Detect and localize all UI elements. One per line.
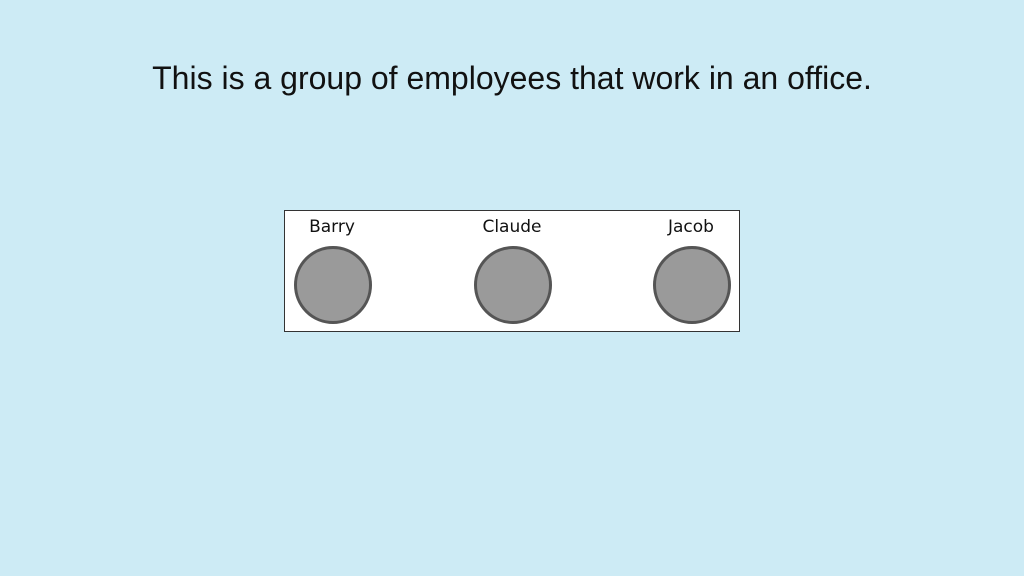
employee-group-box: Barry Claude Jacob: [284, 210, 740, 332]
employee-barry: Barry: [292, 211, 372, 331]
employee-jacob: Jacob: [651, 211, 731, 331]
employee-claude: Claude: [472, 211, 552, 331]
employee-avatar-circle: [653, 246, 731, 324]
page-heading: This is a group of employees that work i…: [152, 60, 872, 96]
employee-name: Barry: [309, 217, 355, 237]
employee-avatar-circle: [294, 246, 372, 324]
employee-name: Claude: [482, 217, 542, 237]
employee-name: Jacob: [668, 217, 714, 237]
employee-avatar-circle: [474, 246, 552, 324]
